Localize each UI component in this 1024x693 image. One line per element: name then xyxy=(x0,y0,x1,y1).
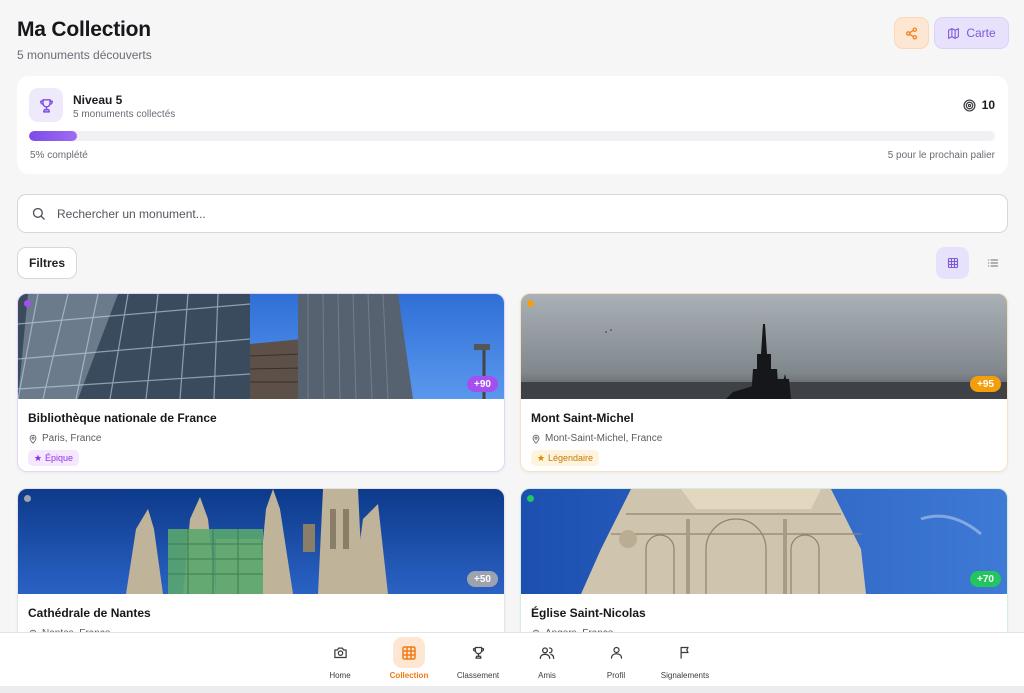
monument-name: Église Saint-Nicolas xyxy=(531,606,646,620)
grid-icon xyxy=(947,257,958,269)
rarity-dot xyxy=(527,300,534,307)
monument-card[interactable]: +95 Mont Saint-Michel Mont-Saint-Michel,… xyxy=(520,293,1008,472)
page-subtitle: 5 monuments découverts xyxy=(17,48,152,62)
progress-percent: 5% complété xyxy=(30,150,88,161)
map-button-label: Carte xyxy=(966,26,996,40)
level-card: Niveau 5 5 monuments collectés 10 5% com… xyxy=(17,76,1008,174)
progress-next-tier: 5 pour le prochain palier xyxy=(887,150,995,161)
nav-item-signalements[interactable]: Signalements xyxy=(655,637,715,685)
points-total: 10 xyxy=(963,98,995,112)
grid-icon xyxy=(402,645,416,660)
nav-label: Classement xyxy=(456,671,500,680)
list-icon xyxy=(987,259,998,267)
user-icon xyxy=(610,646,622,659)
trophy-icon xyxy=(472,646,484,659)
filters-button[interactable]: Filtres xyxy=(17,247,77,279)
monument-card[interactable]: +90 Bibliothèque nationale de France Par… xyxy=(17,293,505,472)
share-button[interactable] xyxy=(894,17,929,49)
monument-location: Mont-Saint-Michel, France xyxy=(531,433,997,444)
flag-icon xyxy=(680,646,689,659)
monument-photo: +95 xyxy=(521,294,1007,399)
page-title: Ma Collection xyxy=(17,18,151,41)
monument-photo: +90 xyxy=(18,294,504,399)
star-icon xyxy=(537,454,545,461)
search-input[interactable] xyxy=(57,206,957,221)
points-badge: +95 xyxy=(970,376,1001,392)
rarity-badge: Épique xyxy=(28,450,80,466)
star-icon xyxy=(34,454,42,461)
nav-label: Collection xyxy=(389,671,429,680)
level-progress-bar xyxy=(29,131,995,141)
monument-location-text: Paris, France xyxy=(42,433,102,444)
rarity-dot xyxy=(24,495,31,502)
monument-location: Paris, France xyxy=(28,433,494,444)
level-badge xyxy=(29,88,63,122)
collection-page: Ma Collection 5 monuments découverts Car… xyxy=(0,0,1024,693)
monument-name: Mont Saint-Michel xyxy=(531,411,634,425)
points-value: 10 xyxy=(981,98,995,112)
monument-name: Cathédrale de Nantes xyxy=(28,606,151,620)
level-name: Niveau 5 xyxy=(73,93,123,107)
points-badge: +50 xyxy=(467,571,498,587)
bottom-nav: Home Collection Classement Amis Profil S… xyxy=(0,632,1024,686)
search-bar[interactable] xyxy=(17,194,1008,233)
target-icon xyxy=(963,98,976,112)
list-view-toggle[interactable] xyxy=(976,247,1009,279)
nav-item-collection[interactable]: Collection xyxy=(379,637,439,685)
level-progress-fill xyxy=(29,131,78,141)
nav-label: Amis xyxy=(538,671,556,680)
trophy-icon xyxy=(39,98,53,113)
level-subtitle: 5 monuments collectés xyxy=(73,109,176,120)
camera-icon xyxy=(333,647,347,659)
nav-item-amis[interactable]: Amis xyxy=(517,637,577,685)
monument-name: Bibliothèque nationale de France xyxy=(28,411,217,425)
page-header: Ma Collection 5 monuments découverts xyxy=(17,18,152,62)
rarity-dot xyxy=(24,300,31,307)
rarity-badge: Légendaire xyxy=(531,450,600,466)
nav-label: Profil xyxy=(606,671,626,680)
monument-photo: +70 xyxy=(521,489,1007,594)
monument-photo: +50 xyxy=(18,489,504,594)
nav-label: Home xyxy=(329,671,351,680)
rarity-label: Légendaire xyxy=(548,453,594,463)
users-icon xyxy=(539,646,555,659)
bottom-strip xyxy=(0,686,1024,693)
nav-item-profil[interactable]: Profil xyxy=(586,637,646,685)
pin-icon xyxy=(532,434,540,444)
nav-item-classement[interactable]: Classement xyxy=(448,637,508,685)
share-icon xyxy=(906,26,917,40)
search-icon xyxy=(32,207,45,220)
nav-item-home[interactable]: Home xyxy=(310,637,370,685)
map-icon xyxy=(948,27,960,39)
nav-label: Signalements xyxy=(660,671,710,680)
points-badge: +70 xyxy=(970,571,1001,587)
monument-location-text: Mont-Saint-Michel, France xyxy=(545,433,663,444)
map-button[interactable]: Carte xyxy=(934,17,1009,49)
grid-view-toggle[interactable] xyxy=(936,247,969,279)
rarity-label: Épique xyxy=(45,453,74,463)
rarity-dot xyxy=(527,495,534,502)
pin-icon xyxy=(29,434,37,444)
points-badge: +90 xyxy=(467,376,498,392)
